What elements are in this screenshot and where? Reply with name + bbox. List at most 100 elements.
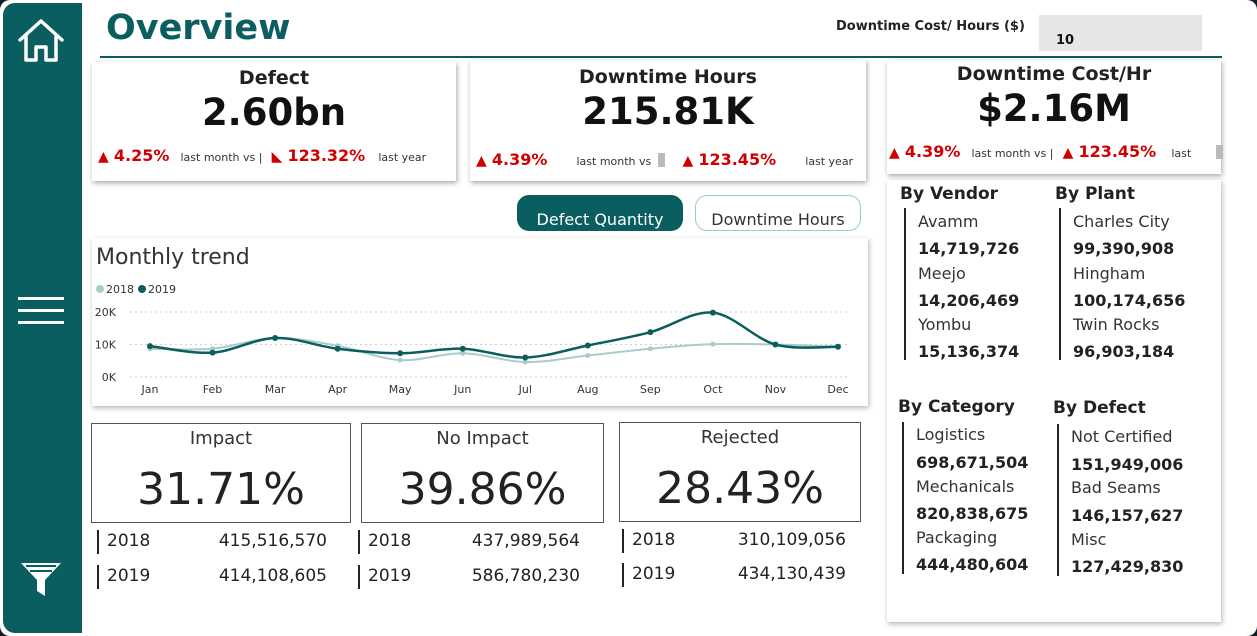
filter-icon[interactable] xyxy=(15,555,67,603)
data-point-2019[interactable] xyxy=(397,350,404,357)
up-triangle-icon: ▲ xyxy=(476,153,487,169)
scrollbar[interactable] xyxy=(658,153,666,167)
data-point-2019[interactable] xyxy=(209,349,216,356)
data-point-2019[interactable] xyxy=(835,343,841,350)
list-item-value: 151,949,006 xyxy=(1071,455,1184,474)
kpi-comparison: ▲ 4.39% last month vs ▲ 123.45% last yea… xyxy=(476,150,853,169)
row-value: 434,130,439 xyxy=(737,564,846,584)
by-plant-list: Charles City 99,390,908 Hingham 100,174,… xyxy=(1059,208,1211,361)
list-item-value: 444,480,604 xyxy=(916,555,1029,574)
row-year: 2018 xyxy=(368,531,412,551)
month-change-label: last month vs | xyxy=(180,151,263,164)
list-item-value: 820,838,675 xyxy=(916,504,1029,523)
list-item-name: Hingham xyxy=(1073,264,1146,283)
row-year: 2018 xyxy=(107,531,151,551)
data-point-2019[interactable] xyxy=(147,343,153,350)
x-tick-label: Aug xyxy=(577,383,598,396)
by-defect-title: By Defect xyxy=(1053,398,1146,418)
table-row: 2019 414,108,605 xyxy=(97,565,327,589)
data-point-2019[interactable] xyxy=(772,341,779,348)
home-icon[interactable] xyxy=(15,17,67,65)
list-item-name: Avamm xyxy=(918,212,979,231)
kpi-title: Downtime Cost/Hr xyxy=(956,63,1152,85)
data-point-2019[interactable] xyxy=(272,335,279,341)
kpi-value: 215.81K xyxy=(582,90,754,133)
list-item-name: Not Certified xyxy=(1071,427,1173,446)
y-tick-label: 0K xyxy=(102,371,117,384)
data-point-2019[interactable] xyxy=(584,342,591,349)
month-change-pct: 4.39% xyxy=(904,142,961,161)
sidebar xyxy=(3,3,82,633)
data-point-2019[interactable] xyxy=(459,345,466,352)
impact-card-value: 28.43% xyxy=(656,463,824,514)
legend-label-2019: 2019 xyxy=(148,283,176,296)
list-item-value: 15,136,374 xyxy=(918,342,1020,361)
list-item-name: Twin Rocks xyxy=(1073,315,1160,334)
x-tick-label: Oct xyxy=(703,383,723,396)
year-change-pct: 123.45% xyxy=(698,150,777,169)
data-point-2018[interactable] xyxy=(710,341,716,347)
legend-marker-2018 xyxy=(96,285,104,293)
impact-card-title: Rejected xyxy=(700,427,780,448)
chart-series xyxy=(147,309,841,365)
row-value: 415,516,570 xyxy=(218,531,327,551)
chart-y-axis: 0K 10K 20K xyxy=(95,306,117,384)
by-defect-list: Not Certified 151,949,006 Bad Seams 146,… xyxy=(1057,424,1209,576)
impact-card-value: 31.71% xyxy=(137,464,305,515)
kpi-comparison: ▲ 4.39% last month vs | ▲ 123.45% last xyxy=(889,142,1224,161)
list-item-value: 127,429,830 xyxy=(1071,557,1184,576)
x-tick-label: Dec xyxy=(827,383,848,396)
list-item-name: Meejo xyxy=(918,264,966,283)
list-item-name: Mechanicals xyxy=(916,477,1015,496)
by-category-title: By Category xyxy=(898,397,1015,417)
downtime-cost-param-input[interactable] xyxy=(1039,15,1202,51)
list-item-value: 99,390,908 xyxy=(1073,239,1175,258)
table-row: 2019 586,780,230 xyxy=(358,565,580,589)
legend-label-2018: 2018 xyxy=(106,283,134,296)
data-point-2019[interactable] xyxy=(334,345,341,352)
menu-icon[interactable] xyxy=(15,287,67,335)
series-line-2019 xyxy=(149,311,839,359)
list-item-value: 14,719,726 xyxy=(918,239,1020,258)
impact-card: Impact 31.71% xyxy=(91,423,351,523)
table-row: 2018 415,516,570 xyxy=(97,530,327,554)
legend-marker-2019 xyxy=(138,285,146,293)
list-item-value: 146,157,627 xyxy=(1071,506,1184,525)
by-vendor-list: Avamm 14,719,726 Meejo 14,206,469 Yombu … xyxy=(904,208,1046,361)
table-row: 2018 310,109,056 xyxy=(622,529,846,553)
data-point-2018[interactable] xyxy=(647,346,653,352)
downtime-cost-param-label: Downtime Cost/ Hours ($) xyxy=(836,19,1025,34)
month-change-pct: 4.39% xyxy=(491,150,548,169)
y-tick-label: 20K xyxy=(95,306,117,319)
list-item-name: Yombu xyxy=(918,315,972,334)
y-tick-label: 10K xyxy=(95,339,117,352)
data-point-2019[interactable] xyxy=(522,354,529,361)
scrollbar[interactable] xyxy=(1216,145,1224,159)
x-tick-label: Apr xyxy=(328,383,348,396)
month-change-pct: 4.25% xyxy=(113,146,170,165)
up-triangle-icon: ◣ xyxy=(271,149,283,165)
x-tick-label: Jan xyxy=(141,383,159,396)
data-point-2019[interactable] xyxy=(709,309,716,316)
data-point-2019[interactable] xyxy=(647,329,654,336)
impact-card-title: Impact xyxy=(189,428,253,449)
x-tick-label: Sep xyxy=(640,383,661,396)
chart-x-axis: Jan Feb Mar Apr May Jun Jul Aug Sep Oct Nov Dec xyxy=(141,383,849,396)
up-triangle-icon: ▲ xyxy=(1062,145,1074,161)
table-row: 2018 437,989,564 xyxy=(358,530,580,554)
up-triangle-icon: ▲ xyxy=(682,153,694,169)
rejected-card: Rejected 28.43% xyxy=(619,422,861,522)
kpi-card-defect: Defect 2.60bn ▲ 4.25% last month vs | ◣ … xyxy=(92,62,456,181)
x-tick-label: Mar xyxy=(265,383,286,396)
kpi-title: Downtime Hours xyxy=(579,66,757,88)
downtime-hours-toggle[interactable]: Downtime Hours xyxy=(695,195,861,231)
data-point-2018[interactable] xyxy=(585,353,591,359)
defect-quantity-toggle[interactable]: Defect Quantity xyxy=(517,195,683,231)
impact-card-value: 39.86% xyxy=(398,464,567,515)
data-point-2018[interactable] xyxy=(397,357,403,363)
month-change-label: last month vs | xyxy=(971,147,1054,160)
impact-card-title: No Impact xyxy=(436,428,529,449)
year-change-label: last year xyxy=(805,155,854,168)
kpi-title: Defect xyxy=(238,67,310,89)
by-plant-title: By Plant xyxy=(1055,184,1135,204)
